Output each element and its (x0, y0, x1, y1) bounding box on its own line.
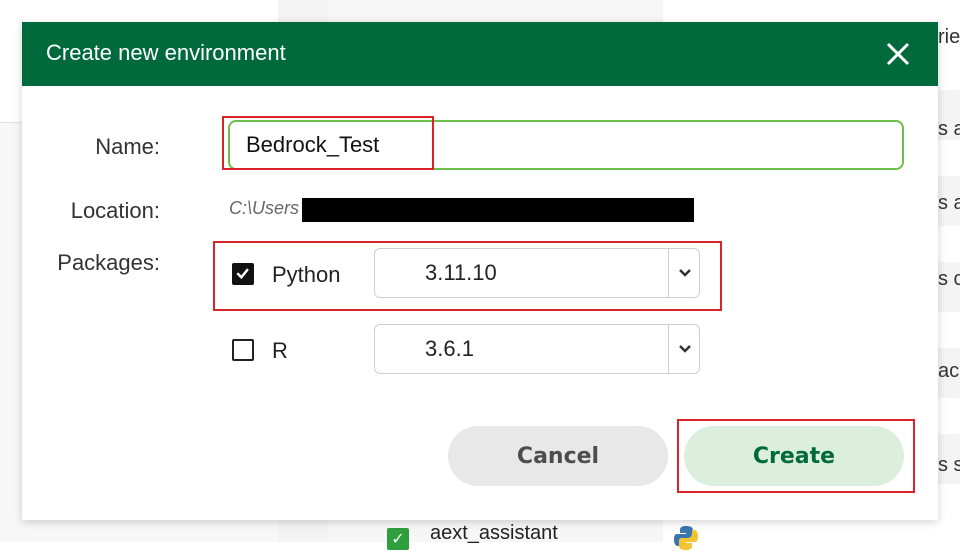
highlight-name-box (222, 116, 434, 170)
packages-label: Packages: (57, 250, 160, 275)
r-version-value: 3.6.1 (425, 336, 474, 361)
checkbox-checked-icon[interactable]: ✓ (387, 528, 409, 550)
highlight-python-box (213, 241, 722, 311)
background-text: s c (938, 268, 960, 290)
dialog-header: Create new environment (22, 22, 938, 86)
location-label: Location: (70, 198, 160, 223)
r-label: R (272, 338, 288, 363)
dialog-title: Create new environment (46, 40, 286, 65)
name-label: Name: (95, 134, 160, 159)
r-version-select[interactable]: 3.6.1 (374, 324, 700, 374)
python-logo-icon (674, 526, 698, 550)
redacted-path-bar (302, 198, 694, 222)
chevron-down-icon (679, 345, 691, 353)
highlight-create-box (677, 419, 915, 493)
background-text: s a (938, 118, 960, 140)
background-text: ack (938, 360, 960, 382)
create-environment-dialog: Create new environment Name: Location: C… (22, 22, 938, 520)
r-checkbox[interactable] (232, 339, 254, 361)
cancel-button[interactable]: Cancel (448, 426, 668, 486)
select-divider (668, 325, 669, 373)
background-text: rie (938, 26, 960, 48)
background-text: s s (938, 454, 960, 476)
location-path: C:\Users (229, 198, 300, 218)
close-icon[interactable] (878, 34, 918, 74)
background-text: s a (938, 192, 960, 214)
